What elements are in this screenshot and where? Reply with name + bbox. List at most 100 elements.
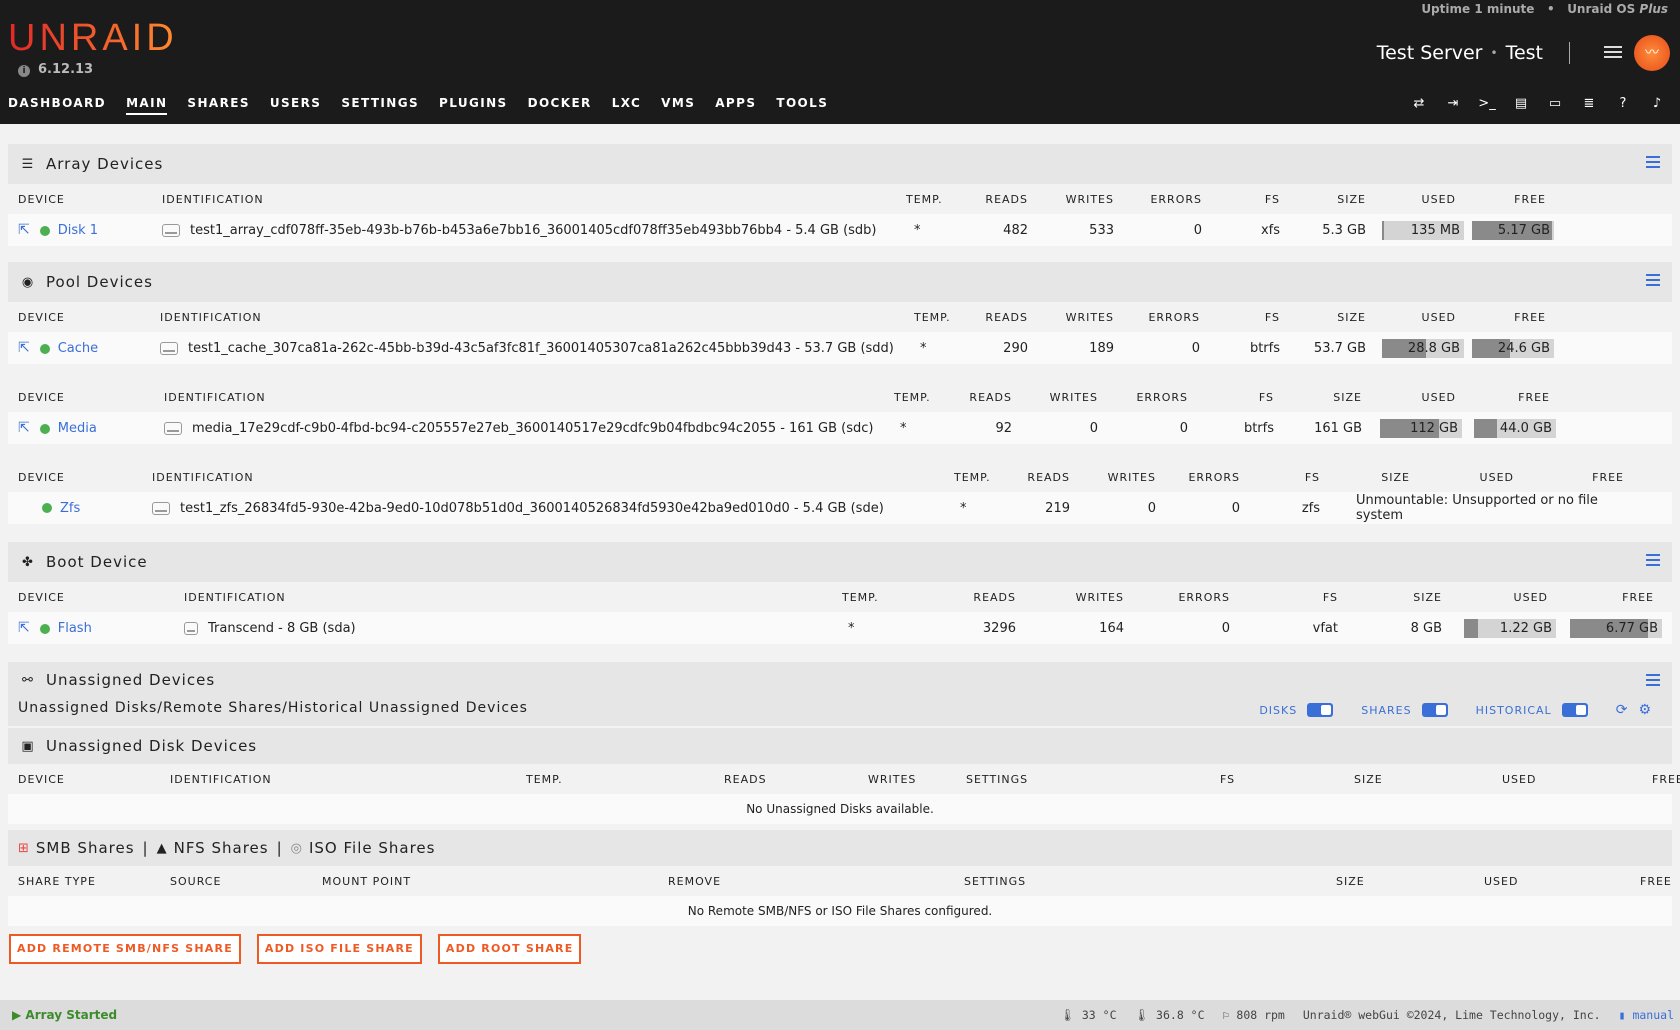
disk-icon: ▣ xyxy=(21,738,35,754)
nav-users[interactable]: USERS xyxy=(270,96,321,115)
section-title: Boot Device xyxy=(46,553,148,571)
remote-shares-header: ⊞ SMB Shares | ▲ NFS Shares | ◎ ISO File… xyxy=(8,830,1672,866)
device-id: test1_zfs_26834fd5-930e-42ba-9ed0-10d078… xyxy=(180,500,884,516)
device-link[interactable]: Disk 1 xyxy=(58,223,98,238)
account-avatar[interactable]: 〰 xyxy=(1634,35,1670,71)
device-link[interactable]: Flash xyxy=(58,621,92,636)
open-external-icon[interactable]: ⇱ xyxy=(18,222,30,238)
nav-lxc[interactable]: LXC xyxy=(612,96,641,115)
nav-shares[interactable]: SHARES xyxy=(187,96,249,115)
menu-icon[interactable] xyxy=(1604,44,1622,60)
book-icon: ▮ xyxy=(1618,1008,1626,1022)
add-root-share-button[interactable]: ADD ROOT SHARE xyxy=(437,934,582,964)
table-row[interactable]: Zfs test1_zfs_26834fd5-930e-42ba-9ed0-10… xyxy=(8,492,1672,524)
shares-label: SHARES xyxy=(1361,703,1412,717)
table-row[interactable]: ⇱ Flash Transcend - 8 GB (sda) * 3296 164… xyxy=(8,612,1672,644)
nav-docker[interactable]: DOCKER xyxy=(528,96,592,115)
used-bar: 28.8 GB xyxy=(1382,338,1464,358)
feedback-icon[interactable]: ▤ xyxy=(1504,96,1538,111)
manual-link[interactable]: manual xyxy=(1632,1008,1674,1022)
col-writes: WRITES xyxy=(1065,192,1114,206)
nav-apps[interactable]: APPS xyxy=(715,96,756,115)
info-icon[interactable]: i xyxy=(18,65,30,77)
database-icon: ☰ xyxy=(21,156,35,172)
list-view-icon[interactable] xyxy=(1646,674,1660,686)
logout-icon[interactable]: ⇥ xyxy=(1436,96,1470,111)
disk-icon xyxy=(164,421,182,435)
help-icon[interactable]: ? xyxy=(1606,96,1640,111)
fs: btrfs xyxy=(1243,420,1274,436)
boot-device-header: ✤ Boot Device xyxy=(8,542,1672,582)
table-row[interactable]: ⇱ Disk 1 test1_array_cdf078ff-35eb-493b-b… xyxy=(8,214,1672,246)
historical-toggle[interactable] xyxy=(1561,703,1588,717)
refresh-icon[interactable]: ⟳ xyxy=(1616,702,1629,718)
temp: * xyxy=(848,620,855,636)
paw-icon: ✤ xyxy=(22,554,34,570)
list-view-icon[interactable] xyxy=(1646,274,1660,286)
status-footer: ▶ Array Started 🌡 33 °C 🌡 36.8 °C ⚐ 808 … xyxy=(0,1000,1680,1030)
main-content: ☰ Array Devices DEVICE IDENTIFICATION TE… xyxy=(8,144,1680,964)
unraid-logo[interactable]: UNRAID xyxy=(8,14,178,62)
smb-title: SMB Shares xyxy=(35,839,135,857)
pool-devices-header: ◉ Pool Devices xyxy=(8,262,1672,302)
open-external-icon[interactable]: ⇱ xyxy=(18,340,30,356)
list-view-icon[interactable] xyxy=(1646,554,1660,566)
iso-title: ISO File Shares xyxy=(308,839,436,857)
sync-icon[interactable]: ⇄ xyxy=(1402,96,1436,111)
fan-speed: 808 rpm xyxy=(1236,1008,1285,1022)
bell-icon[interactable]: ♪ xyxy=(1640,96,1674,111)
copyright: Unraid® webGui ©2024, Lime Technology, I… xyxy=(1302,1008,1601,1022)
nfs-title: NFS Shares xyxy=(173,839,269,857)
list-view-icon[interactable] xyxy=(1646,156,1660,168)
mount-status: Unmountable: Unsupported or no file syst… xyxy=(1356,493,1598,523)
share-actions: ADD REMOTE SMB/NFS SHARE ADD ISO FILE SH… xyxy=(9,934,1672,964)
nav-settings[interactable]: SETTINGS xyxy=(341,96,419,115)
status-dot xyxy=(39,343,50,354)
windows-icon: ⊞ xyxy=(18,840,30,856)
device-link[interactable]: Cache xyxy=(58,341,98,356)
temp: * xyxy=(900,420,907,436)
unassigned-disk-header: ▣ Unassigned Disk Devices xyxy=(8,728,1672,764)
shares-toggle[interactable] xyxy=(1421,703,1448,717)
col-fs: FS xyxy=(1264,192,1280,206)
historical-label: HISTORICAL xyxy=(1475,703,1552,717)
gear-icon[interactable]: ⚙ xyxy=(1638,702,1652,718)
nav-dashboard[interactable]: DASHBOARD xyxy=(8,96,106,115)
writes: 0 xyxy=(1089,420,1098,436)
errors: 0 xyxy=(1179,420,1188,436)
nav-main[interactable]: MAIN xyxy=(126,96,168,115)
terminal-icon[interactable]: >_ xyxy=(1470,96,1504,111)
server-desc: Test xyxy=(1505,42,1543,64)
os-edition: Plus xyxy=(1639,2,1668,16)
array-status: Array Started xyxy=(25,1008,118,1022)
usb-drive-icon xyxy=(184,621,198,635)
add-iso-share-button[interactable]: ADD ISO FILE SHARE xyxy=(256,934,422,964)
device-id: Transcend - 8 GB (sda) xyxy=(208,620,356,636)
nav-vms[interactable]: VMS xyxy=(661,96,695,115)
disks-label: DISKS xyxy=(1259,703,1298,717)
col-used: USED xyxy=(1421,192,1456,206)
device-link[interactable]: Media xyxy=(58,421,97,436)
size: 8 GB xyxy=(1410,620,1442,636)
open-external-icon[interactable]: ⇱ xyxy=(18,420,30,436)
divider xyxy=(1569,42,1570,64)
nav-tools[interactable]: TOOLS xyxy=(776,96,828,115)
fs: btrfs xyxy=(1249,340,1280,356)
col-size: SIZE xyxy=(1337,192,1366,206)
table-row[interactable]: ⇱ Media media_17e29cdf-c9b0-4fbd-bc94-c20… xyxy=(8,412,1672,444)
add-remote-share-button[interactable]: ADD REMOTE SMB/NFS SHARE xyxy=(9,934,241,964)
log-icon[interactable]: ≣ xyxy=(1572,96,1606,111)
open-external-icon[interactable]: ⇱ xyxy=(18,620,30,636)
table-row[interactable]: ⇱ Cache test1_cache_307ca81a-262c-45bb-b3… xyxy=(8,332,1672,364)
display-icon[interactable]: ▭ xyxy=(1538,96,1572,111)
nav-plugins[interactable]: PLUGINS xyxy=(439,96,508,115)
device-link[interactable]: Zfs xyxy=(60,501,80,516)
server-name: Test Server xyxy=(1376,42,1483,64)
linux-icon: ▲ xyxy=(156,840,168,856)
used-bar: 1.22 GB xyxy=(1464,618,1556,638)
status-dot xyxy=(39,423,50,434)
view-toggles: DISKS SHARES HISTORICAL ⟳ ⚙ xyxy=(1259,698,1652,722)
section-title: Unassigned Disk Devices xyxy=(46,737,258,755)
disks-toggle[interactable] xyxy=(1307,703,1334,717)
errors: 0 xyxy=(1191,340,1200,356)
